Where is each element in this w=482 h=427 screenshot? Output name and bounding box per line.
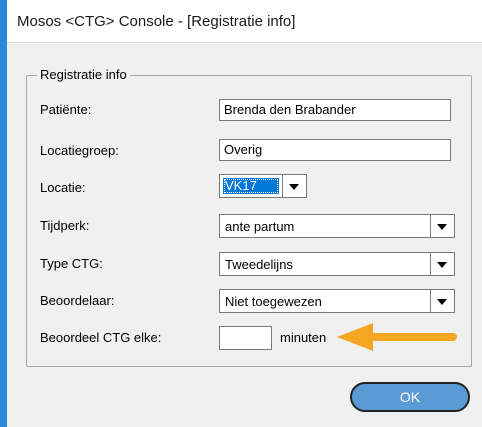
patient-label: Patiënte:	[40, 102, 92, 117]
minutes-unit-label: minuten	[280, 330, 327, 345]
patient-field[interactable]: Brenda den Brabander	[219, 99, 451, 121]
beoordelaar-dropdown-button[interactable]	[430, 290, 454, 312]
chevron-down-icon	[437, 262, 447, 268]
ok-button[interactable]: OK	[350, 382, 470, 412]
tijdperk-select[interactable]: ante partum	[219, 214, 455, 238]
chevron-down-icon	[437, 224, 447, 230]
beoordelaar-select[interactable]: Niet toegewezen	[219, 289, 455, 313]
left-arrow-icon	[337, 323, 457, 351]
tijdperk-value: ante partum	[225, 219, 295, 234]
beoordelaar-value: Niet toegewezen	[225, 294, 322, 309]
locatie-label: Locatie:	[40, 180, 86, 195]
locatie-dropdown-button[interactable]	[282, 175, 306, 197]
locatiegroep-field[interactable]: Overig	[219, 139, 451, 161]
chevron-down-icon	[437, 299, 447, 305]
tijdperk-label: Tijdperk:	[40, 218, 90, 233]
locatie-select[interactable]: VK17	[219, 174, 307, 198]
type-ctg-dropdown-button[interactable]	[430, 253, 454, 275]
beoordelaar-label: Beoordelaar:	[40, 293, 115, 308]
type-ctg-select[interactable]: Tweedelijns	[219, 252, 455, 276]
type-ctg-value: Tweedelijns	[225, 257, 293, 272]
beoordeel-minutes-input[interactable]	[219, 326, 272, 350]
window-title: Mosos <CTG> Console - [Registratie info]	[17, 13, 296, 30]
window-border	[0, 0, 7, 427]
beoordeel-label: Beoordeel CTG elke:	[40, 330, 162, 345]
title-bar[interactable]: Mosos <CTG> Console - [Registratie info]	[7, 0, 482, 43]
dialog-window: Mosos <CTG> Console - [Registratie info]…	[0, 0, 482, 427]
locatie-selected-value: VK17	[223, 178, 279, 194]
chevron-down-icon	[289, 184, 299, 190]
group-legend: Registratie info	[37, 67, 130, 82]
type-ctg-label: Type CTG:	[40, 256, 103, 271]
locatiegroep-label: Locatiegroep:	[40, 143, 119, 158]
tijdperk-dropdown-button[interactable]	[430, 215, 454, 237]
